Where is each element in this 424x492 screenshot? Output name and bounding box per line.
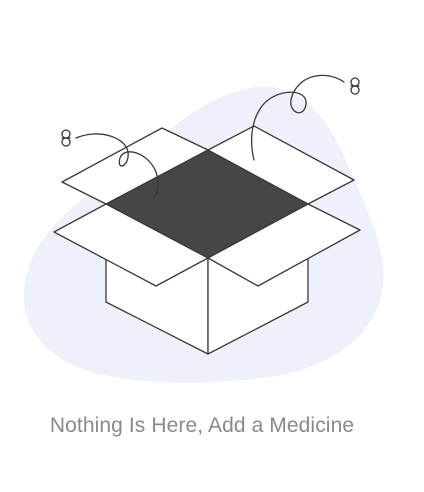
bee-icon-right <box>350 77 360 95</box>
bee-icon-left <box>61 129 71 147</box>
empty-state-message: Nothing Is Here, Add a Medicine <box>49 414 355 437</box>
empty-open-box-icon <box>23 74 384 383</box>
empty-state: Nothing Is Here, Add a Medicine <box>0 0 424 492</box>
